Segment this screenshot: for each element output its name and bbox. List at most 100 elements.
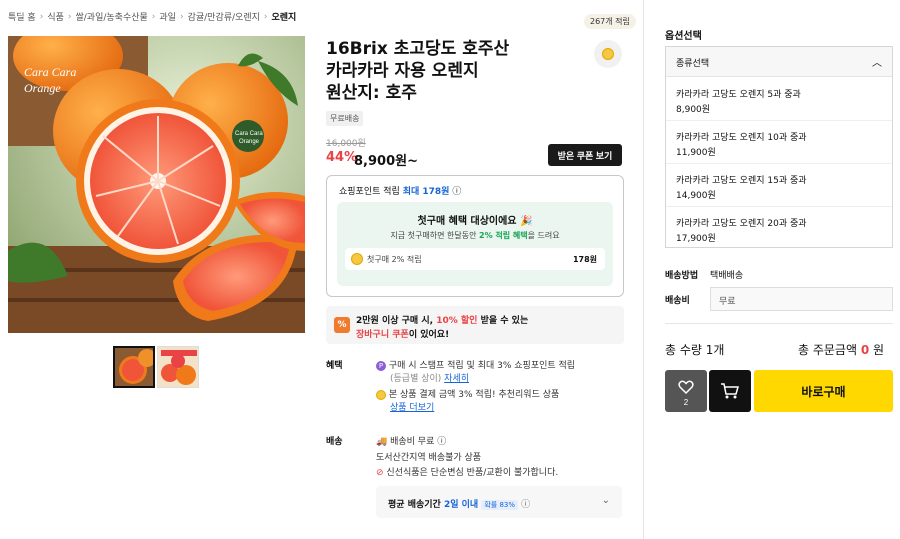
- more-products-link[interactable]: 상품 더보기: [390, 403, 434, 413]
- option-item[interactable]: 카라카라 고당도 오렌지 5과 중과 8,900원: [666, 78, 892, 121]
- option-price: 8,900원: [676, 105, 711, 115]
- first-purchase-box: 첫구매 혜택 대상이에요 🎉 지금 첫구매하면 한달동안 2% 적립 혜택을 드…: [337, 202, 613, 286]
- image-sticker-text: Orange: [239, 139, 260, 145]
- percent-icon: %: [334, 317, 350, 333]
- first-purchase-row-value: 178원: [572, 255, 597, 264]
- shipping-label: 배송: [326, 437, 343, 447]
- benefit-detail-link[interactable]: 자세히: [444, 374, 469, 384]
- chevron-down-icon[interactable]: ⌄: [602, 495, 610, 506]
- product-main-image: Cara Cara Orange Cara Cara Orange: [8, 36, 305, 333]
- benefit-note: (등급별 상이): [390, 374, 442, 384]
- option-item[interactable]: 카라카라 고당도 오렌지 10과 중과 11,900원: [666, 121, 892, 164]
- coin-icon: [602, 48, 614, 60]
- total-amount: 총 주문금액 0 원: [798, 341, 884, 358]
- points-badge: 267개 적립: [584, 14, 636, 29]
- free-shipping-tag: 무료배송: [326, 111, 364, 126]
- benefit-line: 본 상품 결제 금액 3% 적립! 추천리워드 상품: [376, 387, 559, 400]
- info-icon[interactable]: ⓘ: [437, 437, 446, 447]
- product-title-line: 카라카라 자용 오렌지: [326, 61, 479, 81]
- info-icon[interactable]: ⓘ: [521, 500, 530, 510]
- total-quantity-label: 총 수량: [665, 343, 702, 357]
- points-box-title: 쇼핑포인트 적립 최대 178원 ⓘ: [339, 184, 461, 197]
- image-brand-text: Orange: [24, 81, 61, 95]
- option-item[interactable]: 카라카라 고당도 오렌지 20과 중과 17,900원: [666, 207, 892, 250]
- breadcrumb-separator: ›: [39, 11, 44, 22]
- promo-text: 이 있어요!: [408, 330, 450, 340]
- total-quantity: 총 수량 1개: [665, 341, 724, 358]
- view-coupon-button[interactable]: 받은 쿠폰 보기: [548, 144, 622, 166]
- shipping-fee-value: 무료: [719, 297, 736, 307]
- product-title-line: 16Brix 초고당도 호주산: [326, 39, 510, 59]
- truck-icon: 🚚: [376, 437, 388, 447]
- coin-icon-button[interactable]: [594, 40, 622, 68]
- shipping-method-value: 택배배송: [710, 271, 744, 281]
- option-dropdown-header[interactable]: 종류선택 ︿: [666, 47, 892, 77]
- promo-coupon-text: 장바구니 쿠폰: [356, 330, 409, 340]
- coin-icon: [376, 389, 386, 400]
- points-max-value: 최대 178원: [402, 187, 450, 197]
- discount-rate: 44%: [326, 150, 358, 165]
- original-price: 16,000원: [326, 139, 366, 149]
- total-amount-label: 총 주문금액: [798, 343, 858, 357]
- breadcrumb-item-home[interactable]: 특딜 홈: [8, 10, 36, 23]
- benefit-text: 본 상품 결제 금액 3% 적립! 추천리워드 상품: [388, 390, 560, 400]
- option-dropdown: 종류선택 ︿ 카라카라 고당도 오렌지 5과 중과 8,900원 카라카라 고당…: [665, 46, 893, 248]
- product-main-image: Cara Cara Orange Cara Cara Orange: [8, 36, 305, 333]
- average-delivery-box[interactable]: 평균 배송기간 2일 이내 확률 83% ⓘ ⌄: [376, 486, 622, 518]
- promo-line-2: 장바구니 쿠폰이 있어요!: [356, 327, 449, 340]
- breadcrumb-separator: ›: [263, 11, 268, 22]
- shipping-line: ⊘ 신선식품은 단순변심 반품/교환이 불가합니다.: [376, 465, 558, 478]
- first-purchase-sub-prefix: 지금 첫구매하면 한달동안: [390, 231, 477, 240]
- breadcrumb-separator: ›: [151, 11, 156, 22]
- avg-delivery-label: 평균 배송기간: [388, 500, 441, 510]
- option-section-title: 옵션선택: [665, 31, 702, 42]
- image-sticker-text: Cara Cara: [235, 131, 263, 137]
- shipping-method-label: 배송방법: [665, 271, 699, 281]
- product-thumbnail[interactable]: [113, 346, 155, 388]
- breadcrumb-separator: ›: [67, 11, 72, 22]
- breadcrumb-item-citrus[interactable]: 감귤/만감류/오렌지: [188, 10, 260, 23]
- breadcrumb-item-produce[interactable]: 쌀/과일/농축수산물: [75, 10, 147, 23]
- total-amount-value: 0: [860, 343, 870, 357]
- first-purchase-subtext: 지금 첫구매하면 한달동안 2% 적립 혜택을 드려요: [337, 230, 613, 241]
- option-name: 카라카라 고당도 오렌지 10과 중과: [676, 133, 807, 143]
- option-price: 14,900원: [676, 191, 716, 201]
- points-box: 쇼핑포인트 적립 최대 178원 ⓘ 첫구매 혜택 대상이에요 🎉 지금 첫구매…: [326, 175, 624, 297]
- section-divider: [665, 323, 893, 324]
- avg-delivery-value: 2일 이내: [443, 500, 479, 510]
- first-purchase-row: 첫구매 2% 적립 178원: [345, 248, 605, 270]
- benefits-label: 혜택: [326, 361, 343, 371]
- add-to-cart-button[interactable]: [709, 370, 751, 412]
- option-name: 카라카라 고당도 오렌지 5과 중과: [676, 90, 801, 100]
- buy-now-button[interactable]: 바로구매: [754, 370, 893, 412]
- cart-coupon-promo[interactable]: % 2만원 이상 구매 시, 10% 할인 받을 수 있는 장바구니 쿠폰이 있…: [326, 306, 624, 344]
- points-title-text: 쇼핑포인트 적립: [339, 187, 400, 197]
- benefit-line: P 구매 시 스탬프 적립 및 최대 3% 쇼핑포인트 적립: [376, 358, 575, 371]
- first-purchase-heading: 첫구매 혜택 대상이에요 🎉: [417, 216, 533, 227]
- product-thumbnail[interactable]: [157, 346, 199, 388]
- breadcrumb-item-food[interactable]: 식품: [47, 10, 64, 23]
- breadcrumb-item-orange[interactable]: 오렌지: [272, 10, 297, 23]
- promo-text: 2만원 이상 구매 시,: [356, 316, 434, 326]
- product-title-line: 원산지: 호주: [326, 83, 417, 103]
- option-dropdown-label: 종류선택: [676, 59, 710, 69]
- total-quantity-value: 1개: [705, 343, 725, 357]
- avg-delivery-probability: 확률 83%: [481, 500, 519, 510]
- option-item[interactable]: 카라카라 고당도 오렌지 15과 중과 14,900원: [666, 164, 892, 207]
- like-button[interactable]: 2: [665, 370, 707, 412]
- shipping-free-text: 배송비 무료: [390, 437, 435, 447]
- option-price: 11,900원: [676, 148, 716, 158]
- first-purchase-row-label: 첫구매 2% 적립: [367, 255, 422, 264]
- benefit-text: 구매 시 스탬프 적립 및 최대 3% 쇼핑포인트 적립: [388, 361, 576, 371]
- info-icon[interactable]: ⓘ: [452, 187, 461, 197]
- like-count: 2: [683, 398, 689, 407]
- chevron-up-icon: ︿: [872, 58, 882, 69]
- point-p-icon: P: [376, 360, 386, 371]
- total-amount-unit: 원: [873, 343, 885, 357]
- breadcrumb-item-fruit[interactable]: 과일: [159, 10, 176, 23]
- shipping-fee-label: 배송비: [665, 296, 690, 306]
- first-purchase-sub-suffix: 을 드려요: [527, 231, 560, 240]
- breadcrumb: 특딜 홈 › 식품 › 쌀/과일/농축수산물 › 과일 › 감귤/만감류/오렌지 › 오렌…: [8, 10, 297, 24]
- column-divider: [643, 0, 644, 539]
- benefit-line: 상품 더보기: [390, 400, 434, 413]
